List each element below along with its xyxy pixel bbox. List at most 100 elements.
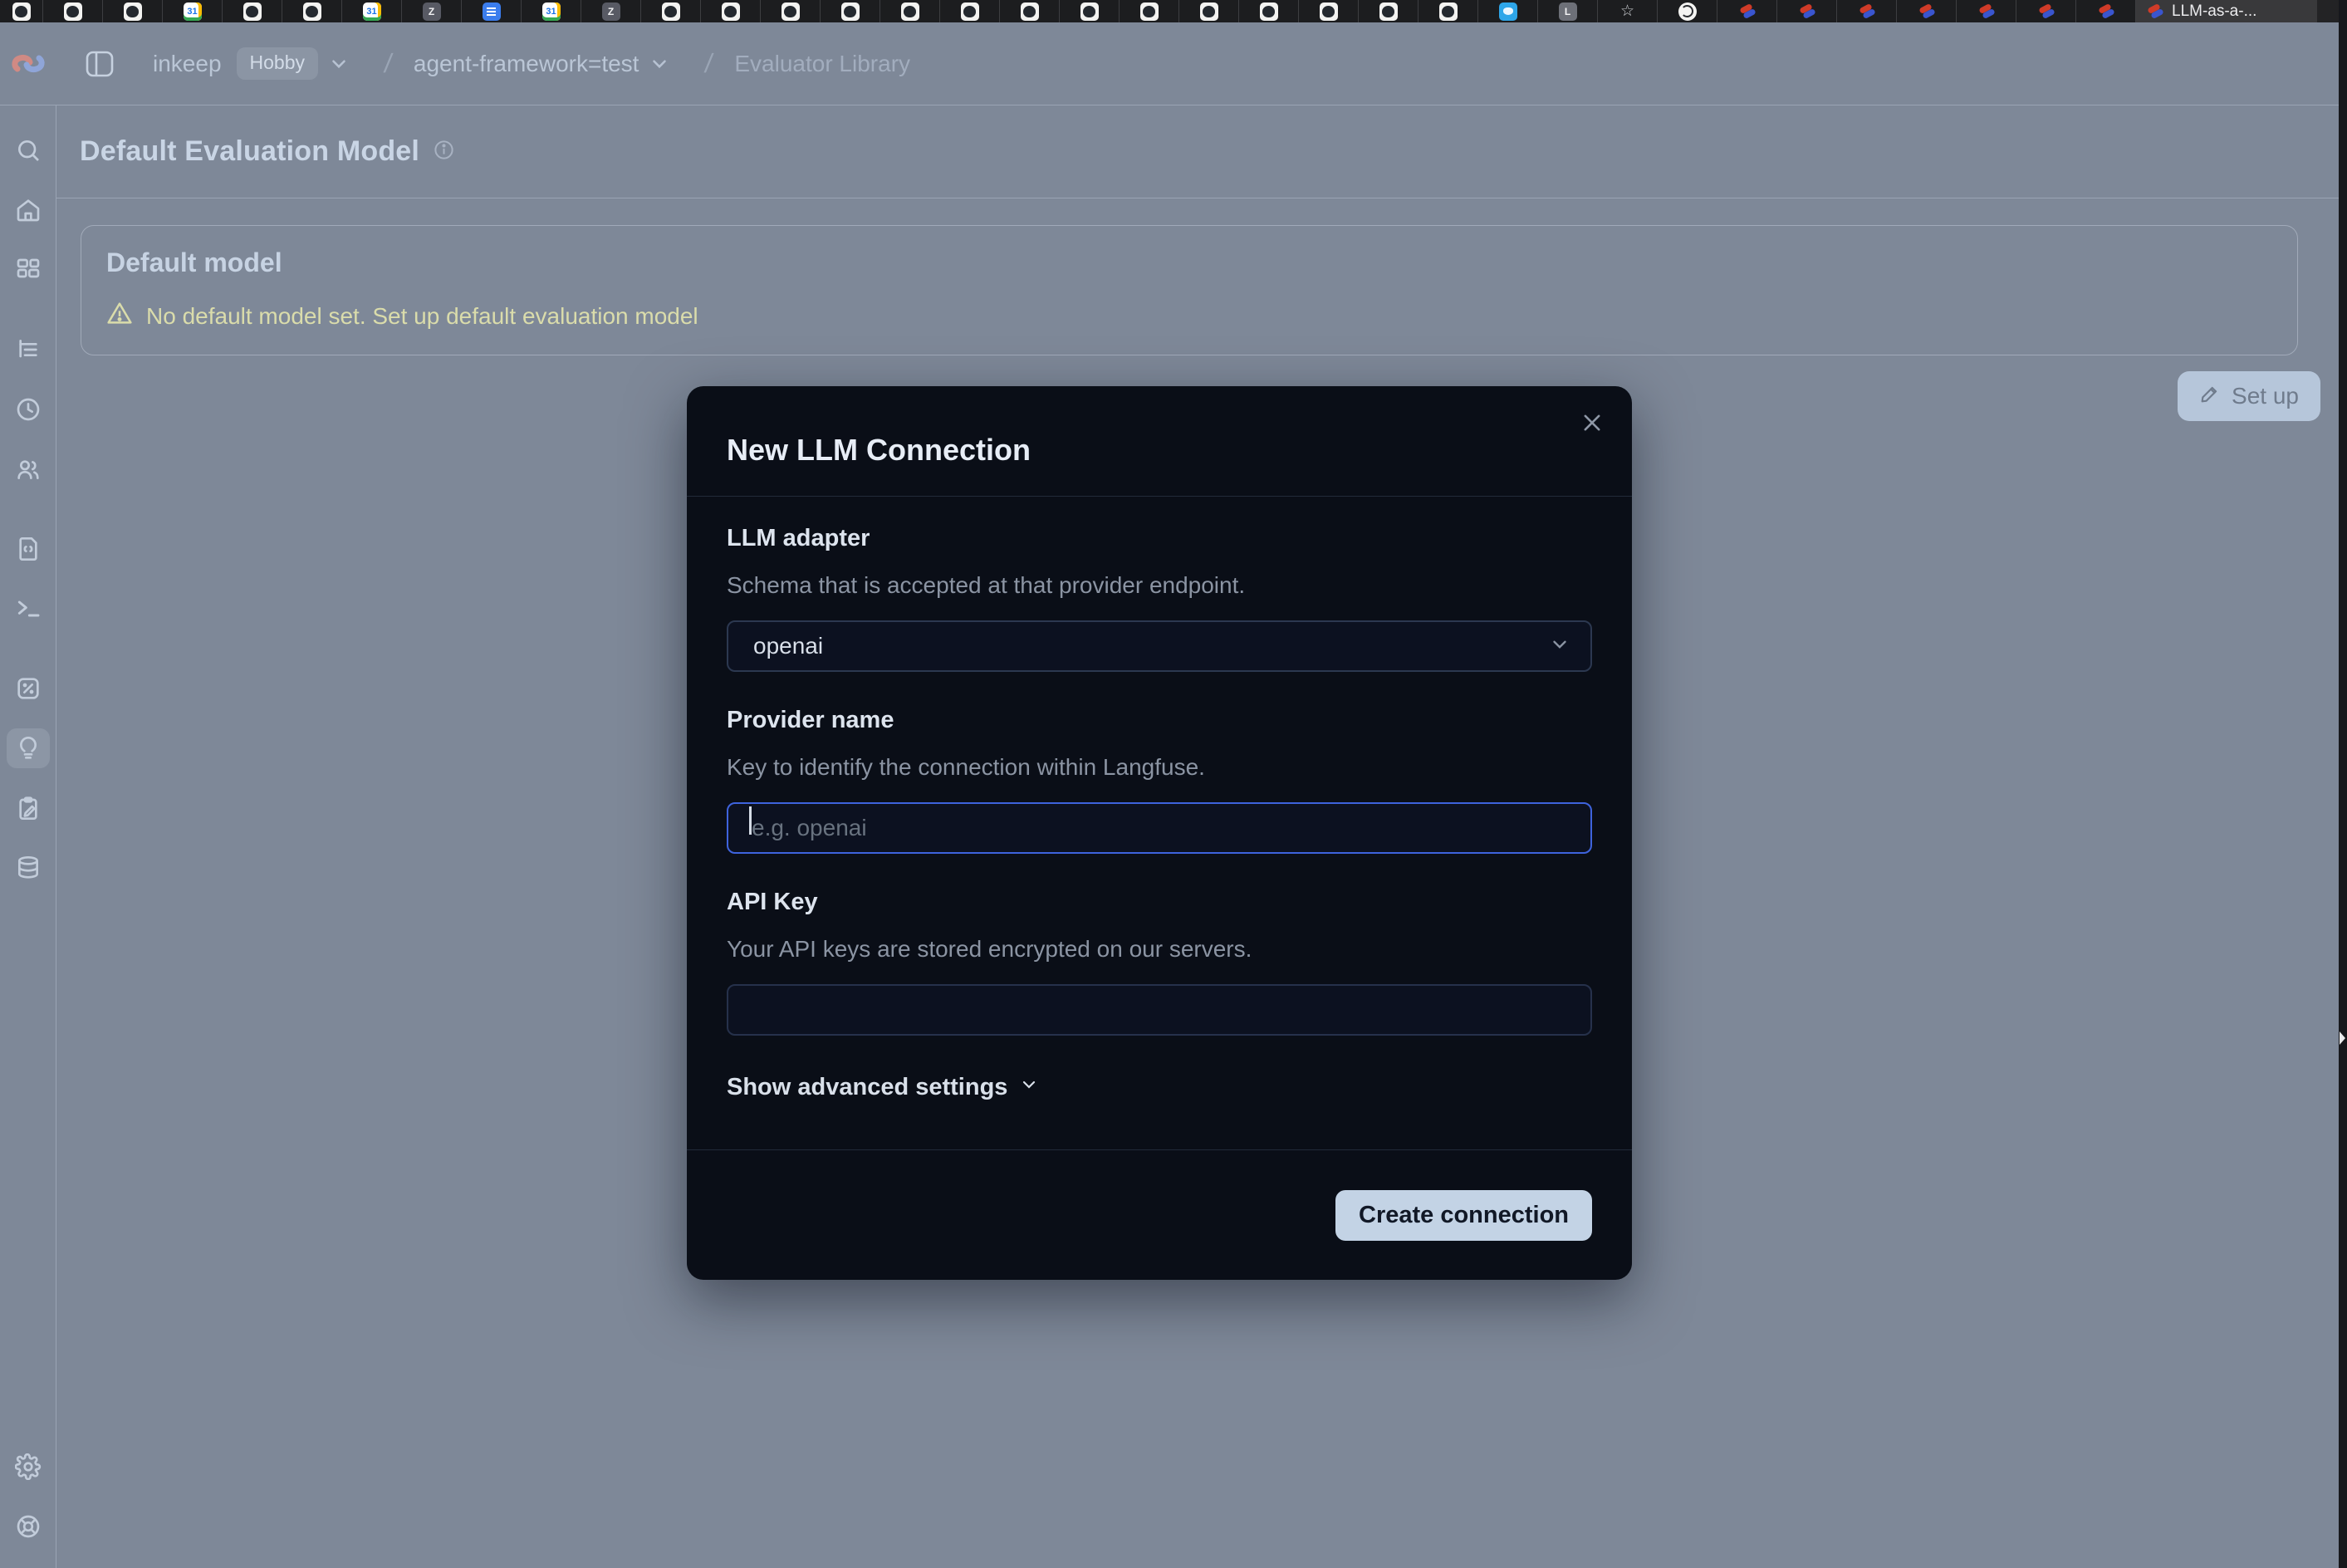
browser-tab[interactable] xyxy=(701,0,761,22)
browser-tab[interactable]: 31 xyxy=(522,0,581,22)
advanced-label: Show advanced settings xyxy=(727,1074,1007,1101)
sidebar-item-home[interactable] xyxy=(7,190,50,230)
browser-tab[interactable] xyxy=(1060,0,1120,22)
chevron-down-icon[interactable] xyxy=(649,53,670,75)
chevron-down-icon[interactable] xyxy=(328,53,350,75)
sidebar-item-settings[interactable] xyxy=(7,1447,50,1487)
sessions-icon xyxy=(15,396,42,423)
fingerprint-favicon xyxy=(1678,2,1697,21)
github-favicon xyxy=(782,2,800,21)
sidebar-item-support[interactable] xyxy=(7,1507,50,1546)
sidebar xyxy=(0,105,56,1568)
github-favicon xyxy=(961,2,979,21)
create-connection-button[interactable]: Create connection xyxy=(1335,1190,1592,1241)
browser-tab[interactable] xyxy=(641,0,701,22)
github-favicon xyxy=(1379,2,1398,21)
support-icon xyxy=(15,1513,42,1540)
browser-tab-active[interactable]: LLM-as-a-... xyxy=(2136,0,2317,22)
browser-tab[interactable] xyxy=(1957,0,2016,22)
browser-tab[interactable] xyxy=(103,0,163,22)
modal-footer: Create connection xyxy=(687,1149,1632,1280)
browser-tab[interactable] xyxy=(462,0,522,22)
browser-tab[interactable] xyxy=(0,0,43,22)
sidebar-toggle-icon[interactable] xyxy=(83,47,116,81)
sidebar-item-evaluation[interactable] xyxy=(7,728,50,768)
breadcrumb-page: Evaluator Library xyxy=(734,51,910,77)
browser-tab[interactable] xyxy=(223,0,282,22)
sidebar-item-users[interactable] xyxy=(7,449,50,489)
breadcrumb-separator: / xyxy=(703,48,715,79)
modal-header: New LLM Connection xyxy=(687,386,1632,497)
api-key-input[interactable] xyxy=(727,984,1592,1036)
github-favicon xyxy=(901,2,919,21)
show-advanced-settings-toggle[interactable]: Show advanced settings xyxy=(727,1074,1039,1101)
github-favicon xyxy=(64,2,82,21)
new-llm-connection-modal: New LLM Connection LLM adapter Schema th… xyxy=(687,386,1632,1280)
set-up-button[interactable]: Set up xyxy=(2178,371,2320,421)
card-title: Default model xyxy=(106,247,2272,278)
github-favicon xyxy=(1080,2,1099,21)
info-icon[interactable] xyxy=(433,139,455,165)
close-icon[interactable] xyxy=(1577,408,1607,440)
llm-adapter-select[interactable]: openai xyxy=(727,620,1592,672)
browser-tab[interactable] xyxy=(1179,0,1239,22)
browser-tab[interactable] xyxy=(940,0,1000,22)
sidebar-item-sessions[interactable] xyxy=(7,390,50,429)
tracing-icon xyxy=(15,336,42,363)
warning-row: No default model set. Set up default eva… xyxy=(106,300,2272,332)
browser-tab[interactable] xyxy=(2016,0,2076,22)
browser-tab[interactable] xyxy=(1837,0,1897,22)
browser-tab[interactable] xyxy=(2076,0,2136,22)
window-edge-notch xyxy=(2340,1031,2345,1045)
sidebar-item-playground[interactable] xyxy=(7,589,50,629)
sidebar-item-search[interactable] xyxy=(7,130,50,170)
browser-tab[interactable] xyxy=(1120,0,1179,22)
sidebar-item-prompts[interactable] xyxy=(7,529,50,569)
browser-tab[interactable] xyxy=(1717,0,1777,22)
sidebar-item-datasets[interactable] xyxy=(7,788,50,828)
github-favicon xyxy=(124,2,142,21)
browser-tab[interactable] xyxy=(1239,0,1299,22)
browser-tab[interactable] xyxy=(1418,0,1478,22)
browser-tab[interactable]: 31 xyxy=(342,0,402,22)
browser-tab[interactable] xyxy=(1478,0,1538,22)
browser-tab[interactable] xyxy=(1658,0,1717,22)
gcal-favicon: 31 xyxy=(542,2,561,21)
scores-icon xyxy=(15,675,42,702)
browser-tab[interactable] xyxy=(1000,0,1060,22)
playground-icon xyxy=(15,595,42,622)
browser-tab[interactable]: Z xyxy=(581,0,641,22)
pencil-icon xyxy=(2199,383,2221,410)
github-favicon xyxy=(662,2,680,21)
browser-tab[interactable] xyxy=(821,0,880,22)
browser-tab-bar: 3131Z31ZL☆ LLM-as-a-... xyxy=(0,0,2347,22)
browser-tab[interactable] xyxy=(1299,0,1359,22)
chevron-down-icon xyxy=(1549,634,1570,659)
browser-tab[interactable] xyxy=(43,0,103,22)
browser-tab[interactable]: Z xyxy=(402,0,462,22)
browser-tab[interactable] xyxy=(880,0,940,22)
github-favicon xyxy=(303,2,321,21)
breadcrumb-org[interactable]: inkeep xyxy=(153,51,222,77)
sidebar-item-scores[interactable] xyxy=(7,669,50,708)
browser-tab[interactable]: L xyxy=(1538,0,1598,22)
github-favicon xyxy=(841,2,860,21)
provider-name-input[interactable] xyxy=(727,802,1592,854)
browser-tab[interactable] xyxy=(1359,0,1418,22)
sidebar-item-dashboards[interactable] xyxy=(7,250,50,290)
provider-name-wrap xyxy=(727,781,1592,854)
browser-tab[interactable] xyxy=(1897,0,1957,22)
chevron-down-icon xyxy=(1019,1074,1039,1101)
browser-tab[interactable] xyxy=(761,0,821,22)
langfuse-favicon xyxy=(2037,2,2055,21)
langfuse-favicon xyxy=(2097,2,2115,21)
browser-tab[interactable]: 31 xyxy=(163,0,223,22)
breadcrumb-project[interactable]: agent-framework=test xyxy=(414,51,639,77)
langfuse-logo[interactable] xyxy=(0,50,56,78)
sidebar-item-data[interactable] xyxy=(7,848,50,888)
browser-tab[interactable]: ☆ xyxy=(1598,0,1658,22)
browser-tab[interactable] xyxy=(282,0,342,22)
sidebar-item-tracing[interactable] xyxy=(7,330,50,370)
llm-adapter-label: LLM adapter xyxy=(727,525,1592,552)
browser-tab[interactable] xyxy=(1777,0,1837,22)
